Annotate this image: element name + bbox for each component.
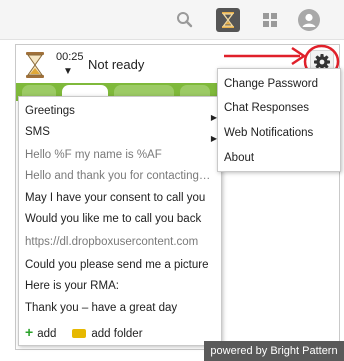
state-dropdown-caret[interactable]: ▼ — [63, 66, 73, 77]
response-label: Greetings — [25, 105, 75, 117]
plus-icon: + — [25, 324, 34, 340]
chat-responses-menu: Greetings ▶ SMS ▶ Hello %F my name is %A… — [18, 96, 222, 346]
avatar-icon[interactable] — [297, 8, 321, 32]
add-label: add — [37, 328, 57, 340]
search-icon[interactable] — [174, 9, 196, 31]
grid-icon[interactable] — [259, 9, 281, 31]
watermark: powered by Bright Pattern — [204, 341, 344, 361]
response-item[interactable]: Here is your RMA: — [19, 275, 221, 297]
state-timer: 00:25 — [56, 51, 84, 63]
response-item[interactable]: Thank you – have a great day — [19, 297, 221, 319]
agent-state-label[interactable]: Not ready — [88, 57, 144, 72]
response-label: SMS — [25, 126, 50, 138]
hourglass-icon — [26, 52, 44, 78]
settings-menu: Change Password Chat Responses Web Notif… — [217, 68, 341, 172]
response-item[interactable]: Greetings ▶ — [19, 100, 221, 122]
hourglass-icon — [222, 12, 234, 28]
menu-item-about[interactable]: About — [218, 146, 340, 170]
response-item[interactable]: May I have your consent to call you — [19, 187, 221, 209]
responses-footer: + add add folder — [25, 321, 143, 343]
menu-item-change-password[interactable]: Change Password — [218, 72, 340, 96]
response-item[interactable]: Could you please send me a picture — [19, 254, 221, 276]
add-response-button[interactable]: + add — [25, 324, 57, 340]
menu-item-chat-responses[interactable]: Chat Responses — [218, 96, 340, 120]
add-folder-label: add folder — [91, 328, 143, 340]
agent-desktop-button[interactable] — [216, 8, 240, 32]
response-item[interactable]: Hello and thank you for contacting us — [19, 165, 221, 187]
response-item[interactable]: SMS ▶ — [19, 121, 221, 143]
add-folder-button[interactable]: add folder — [56, 328, 143, 340]
menu-item-web-notifications[interactable]: Web Notifications — [218, 121, 340, 145]
folder-icon — [72, 329, 87, 338]
response-item[interactable]: Hello %F my name is %AF — [19, 144, 221, 166]
response-item[interactable]: https://dl.dropboxusercontent.com — [19, 231, 221, 253]
response-item[interactable]: Would you like me to call you back — [19, 208, 221, 230]
top-toolbar — [0, 0, 344, 40]
